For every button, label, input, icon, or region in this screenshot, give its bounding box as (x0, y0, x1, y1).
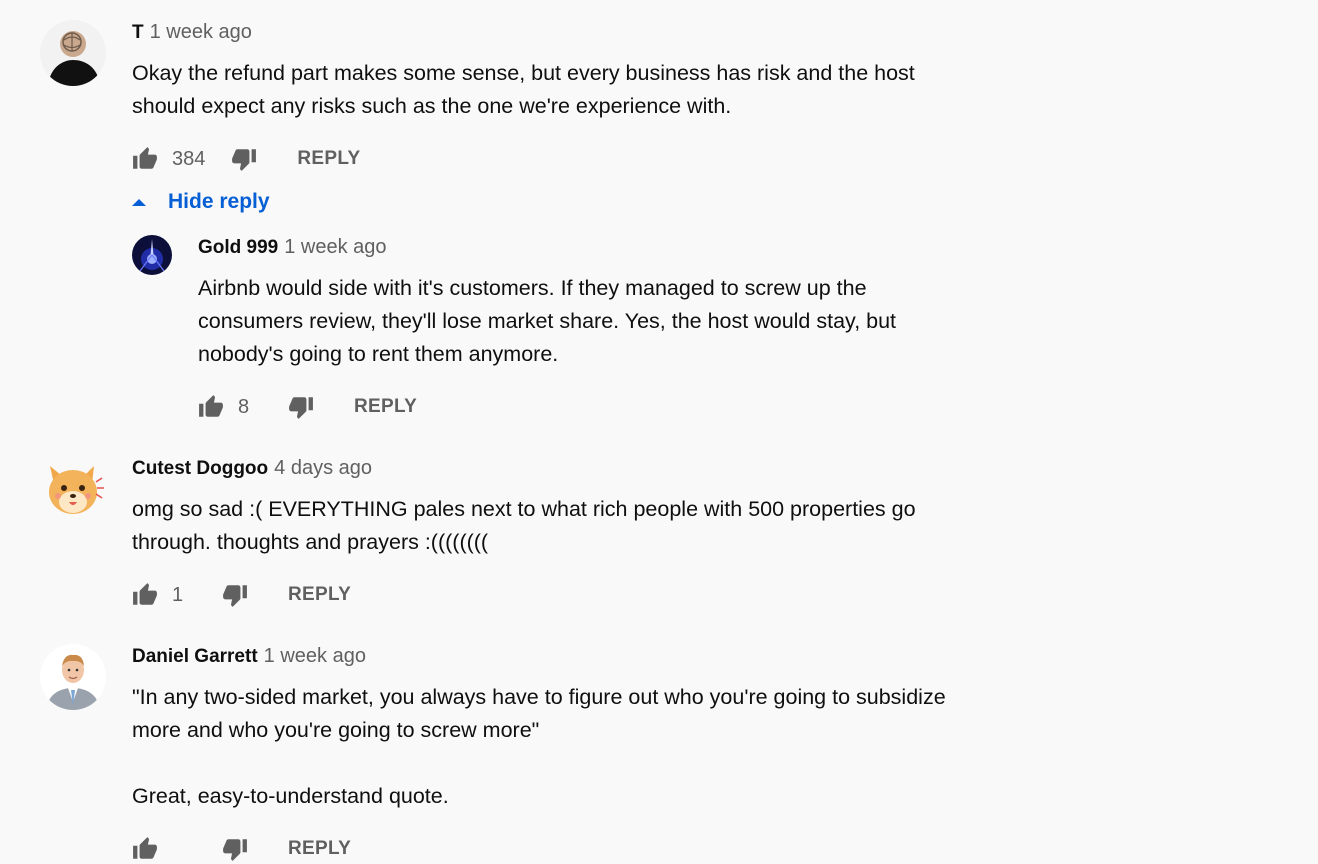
comment-text: Okay the refund part makes some sense, b… (132, 61, 915, 118)
like-count: 384 (172, 147, 206, 170)
comment-actions: 1 REPLY (132, 580, 1020, 610)
comment-body: Gold 999 1 week ago Airbnb would side wit… (198, 235, 1032, 422)
comment-body: Daniel Garrett 1 week ago "In any two-sid… (132, 644, 1020, 864)
thumb-down-icon[interactable] (231, 146, 257, 172)
hide-replies-label: Hide reply (168, 190, 270, 213)
comment-timestamp[interactable]: 4 days ago (274, 457, 372, 479)
caret-up-icon (132, 198, 146, 206)
avatar[interactable] (132, 235, 172, 275)
thumb-down-icon[interactable] (288, 394, 314, 420)
comment-header: Daniel Garrett 1 week ago (132, 644, 1020, 668)
comment-header: Cutest Doggoo 4 days ago (132, 456, 1020, 480)
comment-actions: REPLY (132, 834, 1020, 864)
avatar[interactable] (40, 20, 106, 86)
comment-text: "In any two-sided market, you always hav… (132, 685, 946, 808)
comment-header: T 1 week ago (132, 20, 1020, 44)
thumb-up-icon[interactable] (132, 582, 158, 608)
comment-actions: 384 REPLY (132, 144, 1020, 174)
comment-author[interactable]: Gold 999 (198, 237, 278, 258)
comment-author[interactable]: Cutest Doggoo (132, 458, 268, 479)
hide-replies-button[interactable]: Hide reply (132, 186, 270, 218)
avatar[interactable] (40, 456, 106, 522)
avatar[interactable] (40, 644, 106, 710)
reply-button[interactable]: REPLY (297, 148, 360, 170)
comment-timestamp[interactable]: 1 week ago (150, 21, 252, 43)
comment-body: Cutest Doggoo 4 days ago omg so sad :( EV… (132, 456, 1020, 610)
comment-author[interactable]: T (132, 22, 144, 43)
comment-body: T 1 week ago Okay the refund part makes s… (132, 20, 1020, 174)
reply-button[interactable]: REPLY (354, 396, 417, 418)
thumb-up-icon[interactable] (132, 836, 158, 862)
reply-button[interactable]: REPLY (288, 584, 351, 606)
comment-header: Gold 999 1 week ago (198, 235, 1032, 259)
comment-text: Airbnb would side with it's customers. I… (198, 276, 897, 366)
comment-timestamp[interactable]: 1 week ago (264, 645, 366, 667)
like-count: 8 (238, 395, 250, 418)
comment-text: omg so sad :( EVERYTHING pales next to w… (132, 497, 916, 554)
comment-author[interactable]: Daniel Garrett (132, 646, 258, 667)
comment-timestamp[interactable]: 1 week ago (284, 236, 386, 258)
comment-actions: 8 REPLY (198, 392, 1032, 422)
thumb-up-icon[interactable] (132, 146, 158, 172)
reply-button[interactable]: REPLY (288, 838, 351, 860)
like-count: 1 (172, 583, 184, 606)
thumb-down-icon[interactable] (222, 836, 248, 862)
thumb-up-icon[interactable] (198, 394, 224, 420)
thumb-down-icon[interactable] (222, 582, 248, 608)
